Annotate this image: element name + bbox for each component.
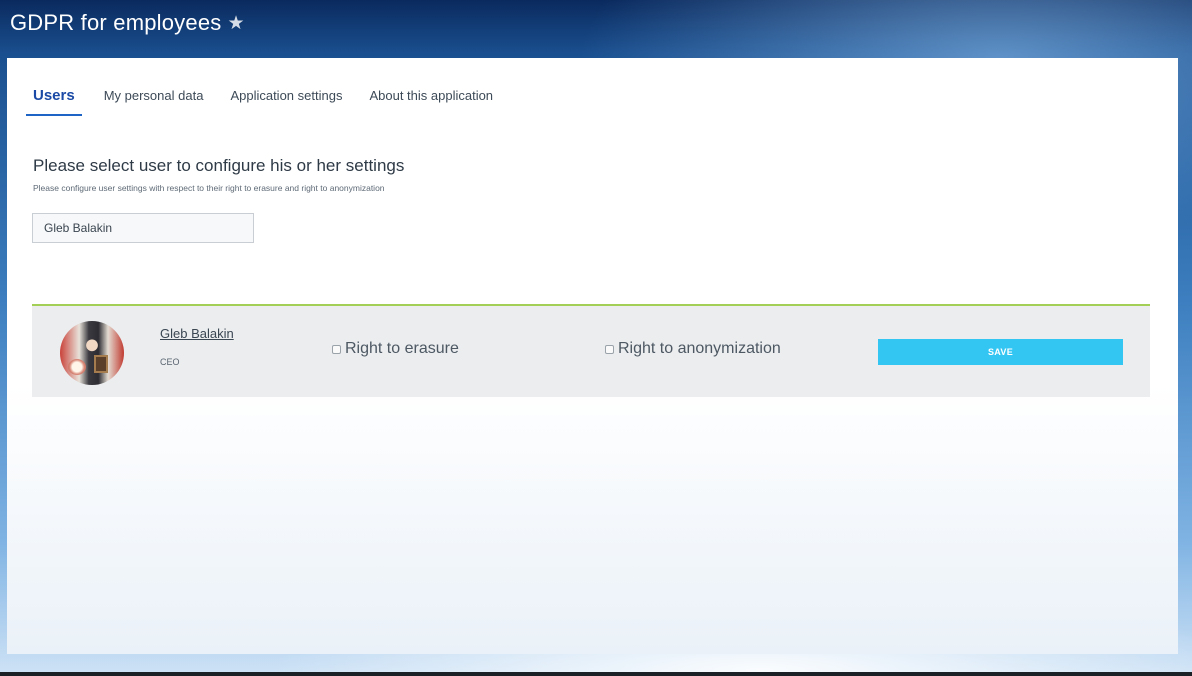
bottom-bar [0,672,1192,676]
tab-about-this-application[interactable]: About this application [369,88,493,116]
section-title: Please select user to configure his or h… [33,156,405,175]
avatar-bouquet [68,359,86,375]
right-to-erasure-option[interactable]: Right to erasure [332,340,459,358]
user-role: CEO [160,357,180,367]
app-title: GDPR for employees ★ [10,10,245,36]
app-title-text: GDPR for employees [10,10,222,35]
user-name-link[interactable]: Gleb Balakin [160,326,234,341]
right-to-anonymization-option[interactable]: Right to anonymization [605,340,781,358]
tab-my-personal-data[interactable]: My personal data [104,88,204,116]
user-select-input[interactable]: Gleb Balakin [32,213,254,243]
user-avatar [60,321,124,385]
favorite-star-icon[interactable]: ★ [227,13,244,34]
save-button[interactable]: SAVE [878,339,1123,365]
section-subtitle: Please configure user settings with resp… [33,183,385,193]
tab-users[interactable]: Users [26,87,82,116]
right-to-erasure-checkbox[interactable] [332,344,341,354]
right-to-erasure-label: Right to erasure [345,340,459,357]
tab-bar: Users My personal data Application setti… [26,87,520,116]
right-to-anonymization-checkbox[interactable] [605,344,614,354]
user-settings-row: Gleb Balakin CEO Right to erasure Right … [32,304,1150,397]
right-to-anonymization-label: Right to anonymization [618,340,781,357]
tab-application-settings[interactable]: Application settings [230,88,342,116]
main-panel: Users My personal data Application setti… [7,58,1178,654]
avatar-frame [94,355,108,373]
